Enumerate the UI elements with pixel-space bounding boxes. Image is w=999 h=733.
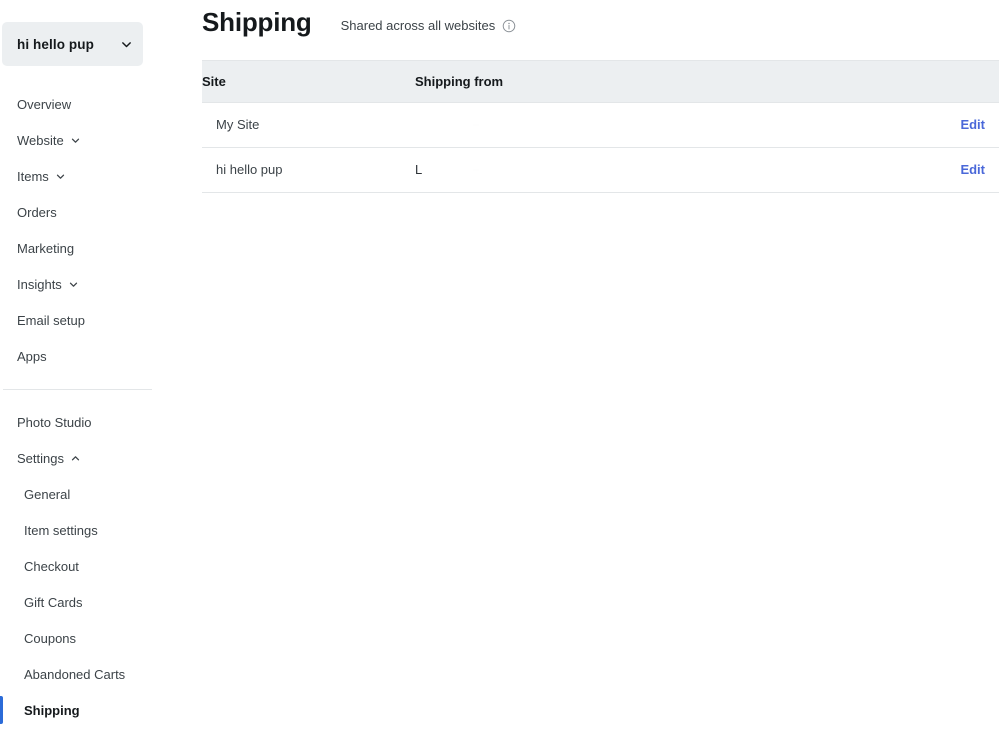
sidebar: hi hello pup Overview Website Items Orde… bbox=[0, 0, 152, 733]
shared-across-websites-note: Shared across all websites bbox=[341, 18, 517, 33]
column-header-actions bbox=[935, 61, 999, 102]
sidebar-subitem-label: Checkout bbox=[24, 558, 79, 574]
sidebar-item-apps[interactable]: Apps bbox=[0, 338, 152, 374]
page-title: Shipping bbox=[202, 7, 312, 37]
sidebar-subitem-label: Gift Cards bbox=[24, 594, 83, 610]
sidebar-divider bbox=[3, 389, 152, 390]
edit-link[interactable]: Edit bbox=[960, 117, 985, 132]
shared-note-label: Shared across all websites bbox=[340, 18, 496, 33]
sidebar-item-email-setup[interactable]: Email setup bbox=[0, 302, 152, 338]
sidebar-item-abandoned-carts[interactable]: Abandoned Carts bbox=[0, 656, 152, 692]
sidebar-item-shipping[interactable]: Shipping bbox=[0, 692, 152, 728]
main-content: Shipping Shared across all websites Site bbox=[152, 0, 999, 733]
shipping-from-letter: L bbox=[415, 162, 423, 177]
sidebar-item-label: Insights bbox=[17, 276, 62, 292]
sidebar-item-photo-studio[interactable]: Photo Studio bbox=[0, 404, 152, 440]
cell-actions: Edit bbox=[935, 147, 999, 193]
table-header: Site Shipping from bbox=[202, 61, 999, 102]
shipping-from-value: L – bbox=[415, 148, 935, 192]
table-body: My Site – Edit hi hello pup L – Edit bbox=[202, 101, 999, 193]
sidebar-item-label: Items bbox=[17, 168, 49, 184]
sidebar-subitem-label: General bbox=[24, 486, 71, 502]
sidebar-item-label: Settings bbox=[17, 450, 64, 466]
column-header-shipping-from: Shipping from bbox=[415, 61, 935, 102]
chevron-down-icon bbox=[69, 280, 78, 289]
sidebar-primary-nav: Overview Website Items Orders Marketing … bbox=[0, 86, 152, 374]
sidebar-subitem-label: Abandoned Carts bbox=[24, 666, 126, 682]
sidebar-item-website[interactable]: Website bbox=[0, 122, 152, 158]
cell-shipping-from: L – bbox=[415, 147, 935, 193]
page-header: Shipping Shared across all websites bbox=[152, 0, 999, 48]
cell-actions: Edit bbox=[935, 101, 999, 148]
sidebar-item-coupons[interactable]: Coupons bbox=[0, 620, 152, 656]
sidebar-item-gift-cards[interactable]: Gift Cards bbox=[0, 584, 152, 620]
sidebar-item-label: Photo Studio bbox=[17, 414, 92, 430]
sidebar-item-checkout[interactable]: Checkout bbox=[0, 548, 152, 584]
shipping-from-placeholder: – bbox=[473, 163, 480, 176]
sidebar-subitem-label: Coupons bbox=[24, 630, 77, 646]
chevron-down-icon bbox=[71, 136, 80, 145]
sidebar-item-label: Marketing bbox=[17, 240, 75, 256]
cell-site: My Site bbox=[202, 101, 415, 148]
shipping-table-container: Site Shipping from My Site – Edit hi hel… bbox=[202, 60, 999, 193]
sidebar-item-overview[interactable]: Overview bbox=[0, 86, 152, 122]
sidebar-item-label: Website bbox=[17, 132, 64, 148]
cell-site: hi hello pup bbox=[202, 147, 415, 193]
table-row: hi hello pup L – Edit bbox=[202, 147, 999, 193]
shipping-from-value: – bbox=[415, 103, 935, 147]
sidebar-item-general[interactable]: General bbox=[0, 476, 152, 512]
chevron-up-icon bbox=[71, 454, 80, 463]
sidebar-subitem-label: Shipping bbox=[24, 702, 80, 718]
sidebar-item-label: Overview bbox=[17, 96, 72, 112]
info-circle-icon[interactable] bbox=[502, 19, 516, 33]
shipping-from-placeholder: – bbox=[473, 118, 480, 131]
sidebar-secondary-nav: Photo Studio Settings General Item setti… bbox=[0, 404, 152, 728]
sidebar-item-settings[interactable]: Settings bbox=[0, 440, 152, 476]
cell-shipping-from: – bbox=[415, 101, 935, 148]
sidebar-item-orders[interactable]: Orders bbox=[0, 194, 152, 230]
edit-link[interactable]: Edit bbox=[960, 162, 985, 177]
shipping-settings-page: hi hello pup Overview Website Items Orde… bbox=[0, 0, 999, 733]
sidebar-item-label: Orders bbox=[17, 204, 57, 220]
sidebar-item-items[interactable]: Items bbox=[0, 158, 152, 194]
table-row: My Site – Edit bbox=[202, 101, 999, 148]
site-switcher-label: hi hello pup bbox=[17, 36, 94, 52]
shipping-table: Site Shipping from My Site – Edit hi hel… bbox=[202, 61, 999, 193]
table-header-row: Site Shipping from bbox=[202, 61, 999, 102]
sidebar-item-item-settings[interactable]: Item settings bbox=[0, 512, 152, 548]
sidebar-subitem-label: Item settings bbox=[24, 522, 98, 538]
sidebar-item-insights[interactable]: Insights bbox=[0, 266, 152, 302]
site-switcher-button[interactable]: hi hello pup bbox=[2, 22, 143, 66]
chevron-down-icon bbox=[121, 39, 132, 50]
sidebar-item-label: Apps bbox=[17, 348, 47, 364]
chevron-down-icon bbox=[56, 172, 65, 181]
sidebar-item-label: Email setup bbox=[17, 312, 85, 328]
sidebar-item-marketing[interactable]: Marketing bbox=[0, 230, 152, 266]
column-header-site: Site bbox=[202, 61, 415, 102]
